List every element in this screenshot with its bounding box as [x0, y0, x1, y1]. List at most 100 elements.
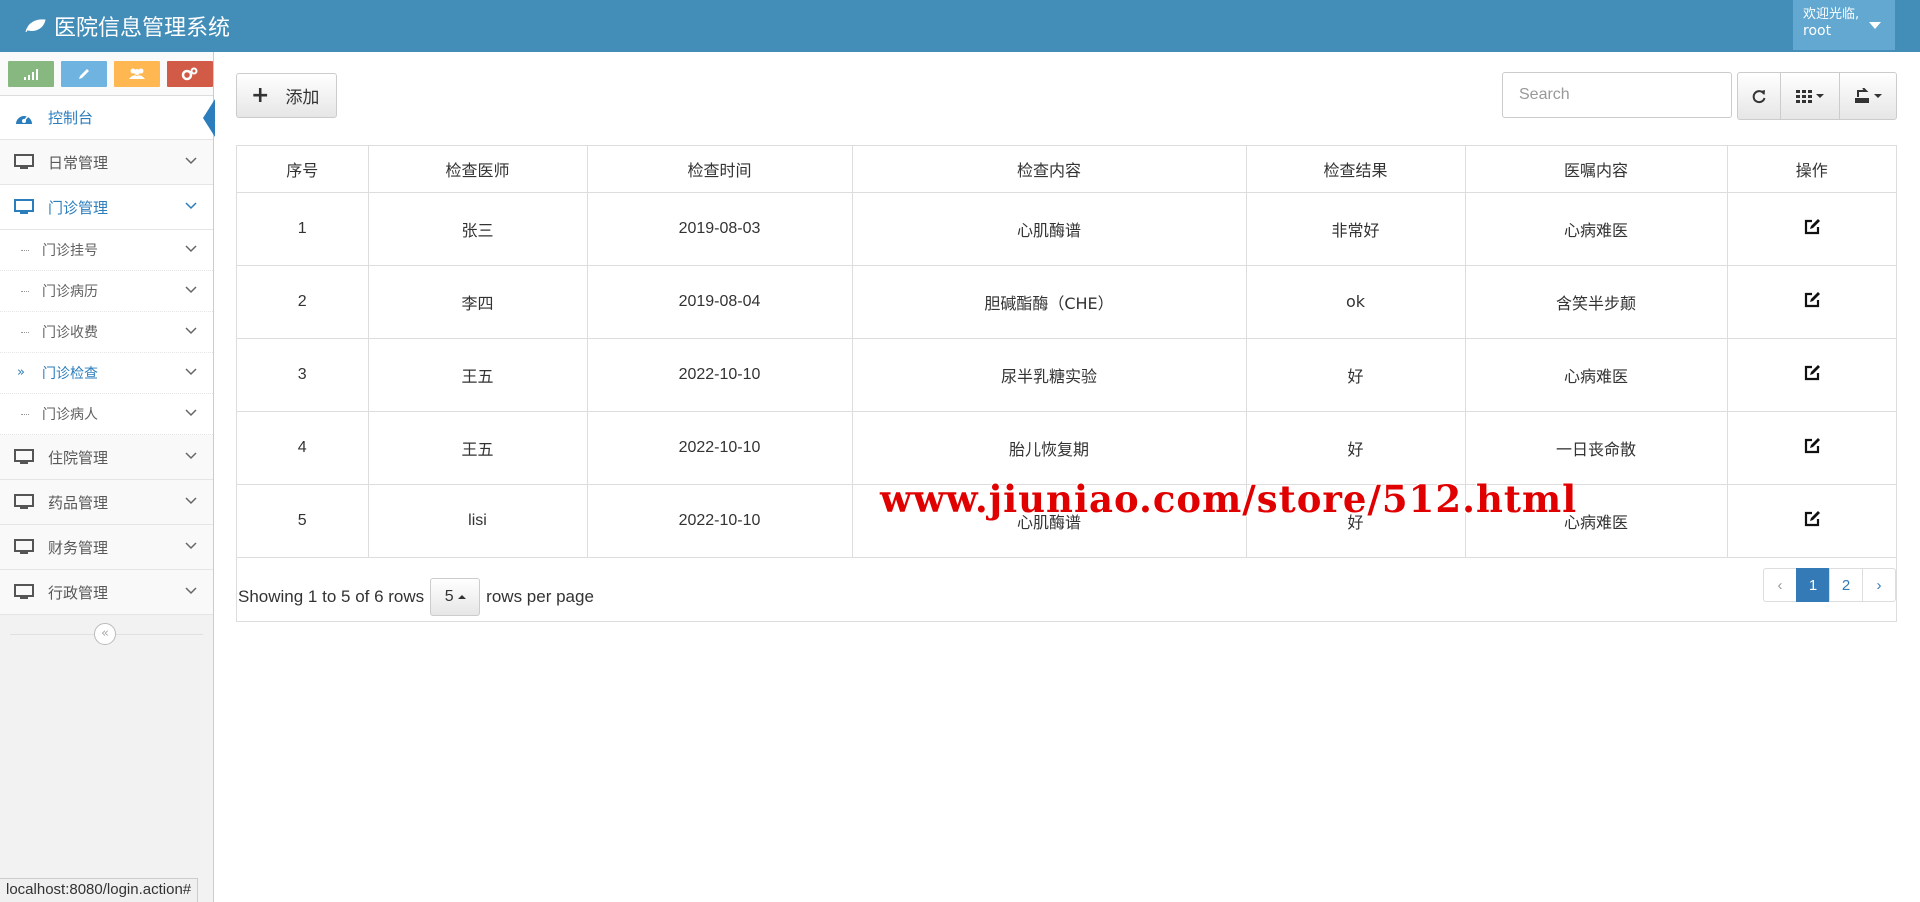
cell-result: 非常好	[1246, 192, 1466, 266]
cell-result: 好	[1246, 411, 1466, 485]
add-button-label: 添加	[285, 88, 320, 108]
cell-advice: 心病难医	[1465, 338, 1728, 412]
page-2-button[interactable]: 2	[1829, 568, 1863, 602]
desktop-icon	[14, 449, 34, 464]
cell-id: 3	[237, 338, 369, 412]
prev-page-button[interactable]: ‹	[1763, 568, 1797, 602]
cell-advice: 含笑半步颠	[1465, 265, 1728, 339]
user-name: root	[1803, 23, 1832, 39]
page-size-value: 5	[444, 588, 454, 605]
main-content: + 添加 序号 检查医师 检查时间 检查内容	[215, 52, 1920, 902]
sidebar-item-finance[interactable]: 财务管理	[0, 525, 213, 570]
brand[interactable]: 医院信息管理系统	[24, 0, 230, 52]
add-button[interactable]: + 添加	[236, 73, 337, 118]
edit-icon[interactable]	[1803, 364, 1821, 382]
sidebar: 控制台 日常管理 门诊管理 门诊挂号 门诊病历 门诊收费 » 门诊检查 门诊病人…	[0, 52, 215, 902]
desktop-icon	[14, 539, 34, 554]
column-header[interactable]: 医嘱内容	[1465, 146, 1728, 193]
shortcut-pencil-button[interactable]	[61, 61, 107, 87]
edit-icon[interactable]	[1803, 291, 1821, 309]
column-header[interactable]: 序号	[237, 146, 369, 193]
sidebar-item-drugs[interactable]: 药品管理	[0, 480, 213, 525]
leaf-icon	[25, 19, 46, 33]
desktop-icon	[14, 584, 34, 599]
table-footer: Showing 1 to 5 of 6 rows 5 rows per page…	[237, 558, 1896, 622]
cell-time: 2022-10-10	[587, 484, 853, 558]
export-button[interactable]	[1839, 72, 1897, 120]
columns-button[interactable]	[1780, 72, 1840, 120]
users-icon	[129, 68, 145, 79]
refresh-button[interactable]	[1737, 72, 1781, 120]
chevron-down-icon	[185, 245, 197, 253]
sidebar-label-daily: 日常管理	[48, 153, 109, 172]
sidebar-subitem-patients[interactable]: 门诊病人	[0, 394, 213, 435]
tree-dash	[21, 291, 29, 292]
cell-action	[1727, 265, 1896, 339]
user-menu[interactable]: 欢迎光临, root	[1793, 0, 1895, 50]
edit-icon[interactable]	[1803, 437, 1821, 455]
desktop-icon	[14, 154, 34, 169]
cell-action	[1727, 192, 1896, 266]
sidebar-label-drugs: 药品管理	[48, 493, 109, 512]
shortcut-users-button[interactable]	[114, 61, 160, 87]
rows-per-page-text: rows per page	[486, 587, 594, 606]
cell-doctor: 王五	[368, 338, 588, 412]
caret-down-icon	[1874, 94, 1882, 98]
edit-icon[interactable]	[1803, 218, 1821, 236]
signal-icon	[24, 69, 38, 80]
sidebar-subitem-examination[interactable]: » 门诊检查	[0, 353, 213, 394]
search-input[interactable]	[1502, 72, 1732, 118]
cell-id: 2	[237, 265, 369, 339]
data-table-container: 序号 检查医师 检查时间 检查内容 检查结果 医嘱内容 操作 1 张三 2019…	[236, 145, 1897, 622]
cell-doctor: 王五	[368, 411, 588, 485]
sidebar-item-outpatient[interactable]: 门诊管理	[0, 185, 213, 230]
column-header[interactable]: 检查结果	[1246, 146, 1466, 193]
browser-status-bar: localhost:8080/login.action#	[0, 878, 199, 902]
chevron-down-icon	[185, 286, 197, 294]
showing-text: Showing 1 to 5 of 6 rows	[238, 587, 425, 606]
cell-doctor: lisi	[368, 484, 588, 558]
cogs-icon	[181, 67, 198, 81]
collapse-sidebar-button[interactable]: «	[94, 623, 116, 645]
edit-icon[interactable]	[1803, 510, 1821, 528]
shortcut-buttons	[0, 52, 213, 96]
column-header[interactable]: 检查内容	[852, 146, 1247, 193]
sidebar-item-dashboard[interactable]: 控制台	[0, 96, 215, 140]
page-1-button[interactable]: 1	[1796, 568, 1830, 602]
sidebar-subitem-records[interactable]: 门诊病历	[0, 271, 213, 312]
navbar: 医院信息管理系统 欢迎光临, root	[0, 0, 1920, 52]
shortcut-cogs-button[interactable]	[167, 61, 213, 87]
sidebar-subitem-registration[interactable]: 门诊挂号	[0, 230, 213, 271]
outpatient-submenu: 门诊挂号 门诊病历 门诊收费 » 门诊检查 门诊病人	[0, 230, 213, 435]
cell-advice: 一日丧命散	[1465, 411, 1728, 485]
chevron-down-icon	[185, 587, 197, 595]
sidebar-label-inpatient: 住院管理	[48, 448, 109, 467]
caret-up-icon	[457, 595, 466, 599]
sidebar-collapse: «	[0, 615, 213, 653]
next-page-button[interactable]: ›	[1862, 568, 1896, 602]
cell-result: 好	[1246, 338, 1466, 412]
subitem-label: 门诊收费	[42, 325, 98, 341]
cell-content: 心肌酶谱	[852, 192, 1247, 266]
cell-id: 5	[237, 484, 369, 558]
sidebar-subitem-charges[interactable]: 门诊收费	[0, 312, 213, 353]
sidebar-item-inpatient[interactable]: 住院管理	[0, 435, 213, 480]
column-header[interactable]: 检查医师	[368, 146, 588, 193]
cell-content: 尿半乳糖实验	[852, 338, 1247, 412]
welcome-text: 欢迎光临,	[1803, 7, 1860, 22]
pencil-icon	[79, 69, 89, 79]
sidebar-item-daily[interactable]: 日常管理	[0, 140, 213, 185]
desktop-icon	[14, 494, 34, 509]
chevron-down-icon	[185, 409, 197, 417]
cell-action	[1727, 338, 1896, 412]
cell-action	[1727, 411, 1896, 485]
table-row: 4 王五 2022-10-10 胎儿恢复期 好 一日丧命散	[237, 411, 1896, 485]
double-angle-right-icon: »	[17, 365, 25, 380]
table-row: 1 张三 2019-08-03 心肌酶谱 非常好 心病难医	[237, 192, 1896, 266]
table-header-row: 序号 检查医师 检查时间 检查内容 检查结果 医嘱内容 操作	[237, 146, 1896, 193]
page-size-select[interactable]: 5	[430, 578, 481, 616]
sidebar-item-admin[interactable]: 行政管理	[0, 570, 213, 615]
columns-grid-icon	[1796, 90, 1812, 103]
shortcut-signal-button[interactable]	[8, 61, 54, 87]
column-header[interactable]: 检查时间	[587, 146, 853, 193]
